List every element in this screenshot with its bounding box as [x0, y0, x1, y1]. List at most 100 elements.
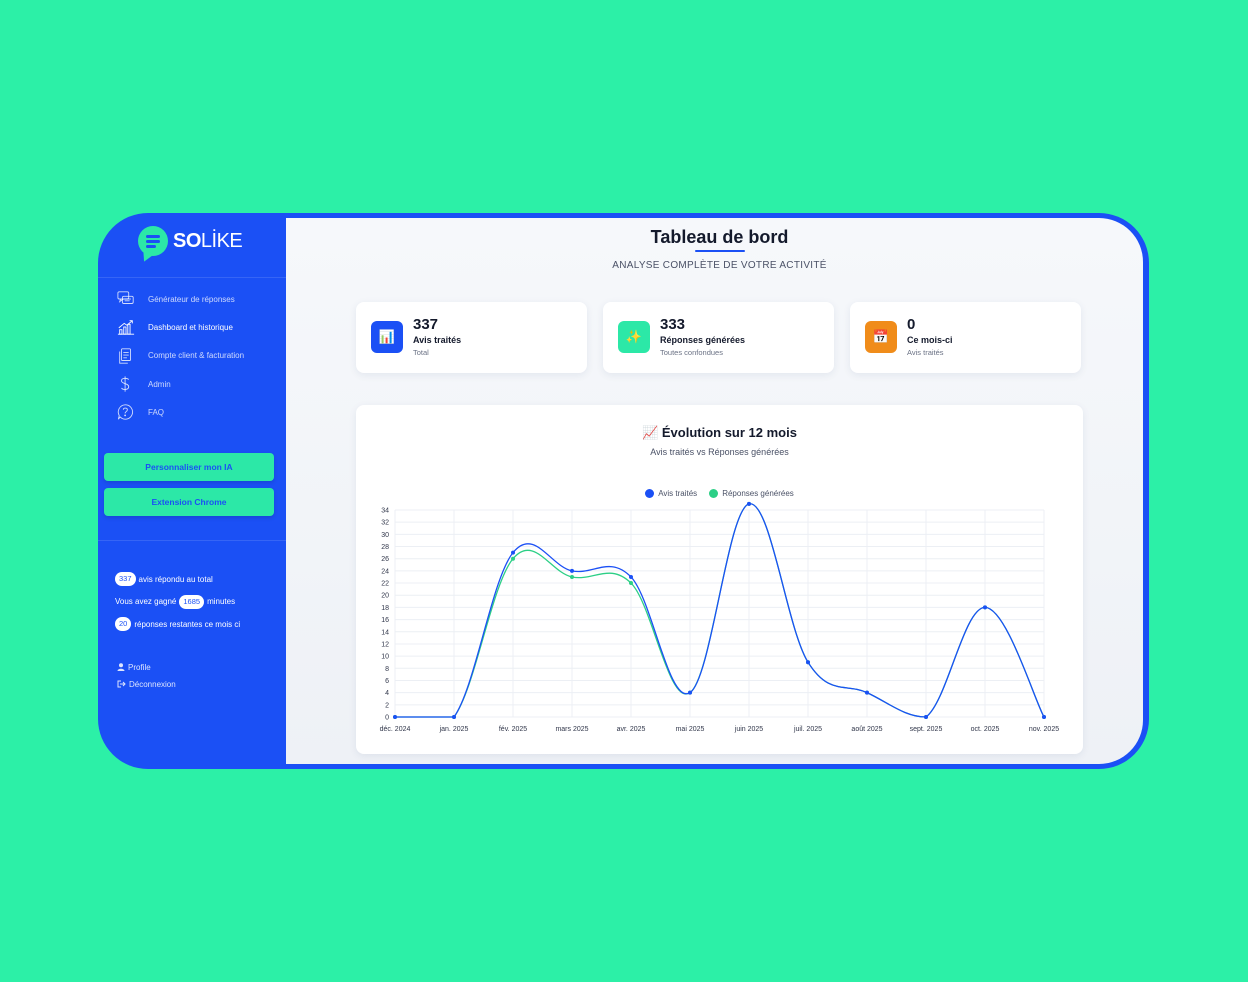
x-tick-label: nov. 2025	[1029, 726, 1059, 733]
profile-link-label: Profile	[128, 663, 151, 672]
data-point	[806, 660, 810, 665]
y-tick-label: 34	[381, 508, 389, 515]
y-tick-label: 30	[381, 532, 389, 539]
x-tick-label: jan. 2025	[439, 726, 469, 733]
sidebar-item-label: FAQ	[148, 407, 165, 417]
sparkles-icon: ✨	[618, 321, 650, 353]
total-replied-line: 337 avis répondu au total	[115, 568, 240, 591]
logout-link-label: Déconnexion	[129, 680, 176, 689]
y-tick-label: 10	[381, 654, 389, 661]
y-tick-label: 32	[381, 520, 389, 527]
line-chart: 0246810121416182022242628303234déc. 2024…	[380, 501, 1059, 733]
sidebar-item-label: Dashboard et historique	[148, 322, 233, 332]
personalize-ai-button[interactable]: Personnaliser mon IA	[104, 453, 274, 481]
stat-card-responses: ✨ 333 Réponses générées Toutes confondue…	[603, 302, 834, 373]
series-line	[394, 503, 1045, 718]
usage-stats: 337 avis répondu au total Vous avez gagn…	[115, 568, 240, 636]
page-title: Tableau de bord	[650, 227, 789, 247]
logo-bubble-icon	[138, 226, 168, 256]
x-tick-label: mai 2025	[676, 726, 705, 733]
sidebar-item-dashboard[interactable]: Dashboard et historique	[116, 313, 244, 341]
brand-logo[interactable]: SOLİKE	[138, 226, 243, 256]
y-tick-label: 16	[381, 617, 389, 624]
sidebar-divider	[98, 540, 286, 541]
time-saved-prefix: Vous avez gagné	[115, 597, 177, 607]
question-icon	[116, 403, 136, 421]
data-point	[452, 715, 456, 719]
stat-card-sub: Toutes confondues	[660, 348, 723, 357]
x-tick-label: avr. 2025	[617, 726, 646, 733]
stat-card-value: 337	[413, 316, 439, 333]
x-tick-label: fév. 2025	[499, 726, 527, 733]
stat-card-reviews: 📊 337 Avis traités Total	[356, 302, 587, 373]
sidebar-item-admin[interactable]: Admin	[116, 370, 244, 398]
y-tick-label: 28	[381, 544, 389, 551]
main-content: Tableau de bord ANALYSE COMPLÈTE DE VOTR…	[286, 218, 1143, 764]
y-tick-label: 8	[385, 666, 389, 673]
y-tick-label: 22	[381, 581, 389, 588]
data-point	[570, 574, 574, 579]
data-point	[688, 690, 692, 695]
calendar-icon: 📅	[865, 321, 897, 353]
stat-card-value: 333	[660, 316, 686, 333]
page-subtitle: ANALYSE COMPLÈTE DE VOTRE ACTIVITÉ	[612, 260, 827, 271]
remaining-line: 20 réponses restantes ce mois ci	[115, 613, 240, 636]
data-point	[865, 690, 869, 695]
y-tick-label: 14	[381, 629, 389, 636]
x-tick-label: mars 2025	[555, 726, 588, 733]
evolution-chart-card: 📈 Évolution sur 12 mois Avis traités vs …	[356, 405, 1083, 754]
stat-card-label: Réponses générées	[660, 335, 746, 345]
sidebar-item-label: Admin	[148, 379, 171, 389]
y-tick-label: 4	[385, 690, 389, 697]
sidebar-divider	[98, 277, 286, 278]
x-tick-label: août 2025	[851, 726, 882, 733]
time-saved-line: Vous avez gagné 1685 minutes	[115, 591, 240, 614]
x-tick-label: oct. 2025	[971, 726, 1000, 733]
y-tick-label: 6	[385, 678, 389, 685]
y-tick-label: 20	[381, 593, 389, 600]
sidebar-nav: Générateur de réponses Dashboard et hist…	[116, 285, 244, 426]
x-tick-label: sept. 2025	[910, 726, 943, 733]
data-point	[629, 574, 633, 579]
stat-card-sub: Total	[413, 348, 429, 357]
total-count-badge: 337	[115, 572, 136, 587]
sidebar-item-faq[interactable]: FAQ	[116, 398, 244, 426]
growth-chart-icon	[116, 318, 136, 336]
remaining-text: réponses restantes ce mois ci	[134, 619, 241, 629]
brand-name-bold: SO	[173, 230, 201, 252]
data-point	[393, 715, 397, 719]
x-tick-label: juil. 2025	[793, 726, 822, 733]
remaining-count-badge: 20	[115, 617, 132, 632]
profile-link[interactable]: Profile	[117, 659, 176, 676]
data-point	[983, 605, 987, 610]
documents-icon	[116, 347, 136, 365]
x-tick-label: juin 2025	[734, 726, 764, 733]
sidebar-item-account[interactable]: Compte client & facturation	[116, 342, 244, 370]
brand-name-light: LİKE	[200, 230, 243, 252]
data-point	[1042, 715, 1046, 719]
y-tick-label: 18	[381, 605, 389, 612]
data-point	[924, 715, 928, 719]
y-tick-label: 24	[381, 568, 389, 575]
data-point	[629, 581, 633, 586]
time-saved-badge: 1685	[179, 594, 205, 609]
y-tick-label: 12	[381, 641, 389, 648]
sidebar-item-generator[interactable]: Générateur de réponses	[116, 285, 244, 313]
bar-chart-icon: 📊	[371, 321, 403, 353]
sidebar: SOLİKE Générateur de réponses Dashboard …	[98, 213, 286, 769]
chrome-extension-button[interactable]: Extension Chrome	[104, 488, 274, 516]
y-tick-label: 2	[385, 702, 389, 709]
account-links: Profile Déconnexion	[117, 659, 176, 693]
data-point	[511, 556, 515, 561]
data-point	[570, 568, 574, 573]
app-window: SOLİKE Générateur de réponses Dashboard …	[98, 213, 1149, 769]
series-line	[394, 503, 1045, 718]
y-tick-label: 0	[385, 715, 389, 722]
user-icon	[117, 662, 125, 673]
data-point	[511, 550, 515, 555]
logout-link[interactable]: Déconnexion	[117, 676, 176, 693]
stat-card-this-month: 📅 0 Ce mois-ci Avis traités	[850, 302, 1081, 373]
stat-card-label: Ce mois-ci	[907, 335, 953, 345]
title-underline	[695, 250, 745, 252]
stat-card-value: 0	[907, 316, 916, 333]
